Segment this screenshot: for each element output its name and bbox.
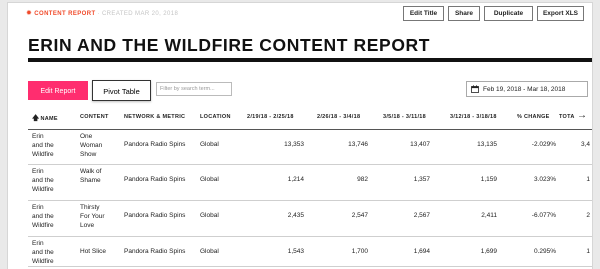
cell-w4: 1,159 (480, 176, 497, 183)
cell-location: Global (200, 176, 219, 183)
column-header-change[interactable]: % CHANGE (517, 114, 550, 120)
cell-name: Erin (32, 204, 44, 211)
cell-total: 2 (586, 212, 590, 219)
cell-w3: 13,407 (410, 141, 430, 148)
cell-w3: 2,567 (413, 212, 430, 219)
cell-name: Erin (32, 240, 44, 247)
table-row[interactable]: Erin and the Wildfire Thirsty For Your Love Pa… (28, 200, 592, 237)
cell-location: Global (200, 248, 219, 255)
cell-w4: 1,699 (480, 248, 497, 255)
cell-change: 0.295% (533, 248, 556, 255)
cell-w2: 2,547 (351, 212, 368, 219)
column-header-week-4[interactable]: 3/12/18 - 3/18/18 (450, 114, 497, 120)
column-header-network[interactable]: NETWORK & METRIC (124, 114, 185, 120)
cell-total: 1 (586, 248, 590, 255)
cell-network: Pandora Radio Spins (124, 212, 186, 219)
cell-w2: 1,700 (351, 248, 368, 255)
cell-w2: 13,746 (348, 141, 368, 148)
column-header-location[interactable]: LOCATION (200, 114, 231, 120)
pivot-table-button[interactable]: Pivot Table (92, 80, 151, 101)
cell-w2: 982 (357, 176, 368, 183)
cell-location: Global (200, 141, 219, 148)
cell-w1: 1,543 (287, 248, 304, 255)
cell-content: Walk of (80, 168, 102, 175)
cell-content: Woman (80, 142, 103, 149)
cell-content: Love (80, 222, 95, 229)
cell-w1: 1,214 (287, 176, 304, 183)
cell-w3: 1,694 (413, 248, 430, 255)
calendar-icon (471, 85, 479, 93)
cell-w1: 2,435 (287, 212, 304, 219)
cell-name: and the (32, 213, 54, 220)
column-header-week-3[interactable]: 3/5/18 - 3/11/18 (383, 114, 426, 120)
cell-network: Pandora Radio Spins (124, 176, 186, 183)
cell-name: Wildfire (32, 222, 54, 229)
cell-change: 3.023% (533, 176, 556, 183)
cell-content: One (80, 133, 93, 140)
export-xls-button[interactable]: Export XLS (537, 6, 584, 21)
cell-w3: 1,357 (413, 176, 430, 183)
cell-name: and the (32, 177, 54, 184)
edit-title-button[interactable]: Edit Title (403, 6, 444, 21)
page-title: ERIN AND THE WILDFIRE CONTENT REPORT (28, 35, 431, 55)
top-bar: ✹ CONTENT REPORT · CREATED MAR 20, 2018 Edi… (8, 3, 592, 25)
cell-network: Pandora Radio Spins (124, 141, 186, 148)
search-input[interactable] (156, 82, 232, 96)
cell-name: Erin (32, 133, 44, 140)
column-header-total[interactable]: TOTA (559, 114, 575, 120)
arrow-right-icon[interactable]: → (577, 110, 587, 121)
cell-name: Erin (32, 168, 44, 175)
column-header-week-1[interactable]: 2/19/18 - 2/25/18 (247, 114, 294, 120)
header-actions: Edit Title Share Duplicate Export XLS (403, 6, 584, 21)
cell-content: Thirsty (80, 204, 100, 211)
date-range-label: Feb 19, 2018 - Mar 18, 2018 (483, 85, 566, 93)
table-row[interactable]: Erin and the Wildfire One Woman Show Pandora R… (28, 129, 592, 165)
breadcrumb-label[interactable]: CONTENT REPORT (34, 11, 95, 17)
date-range-picker[interactable]: Feb 19, 2018 - Mar 18, 2018 (466, 81, 588, 97)
cell-total: 3,4 (580, 141, 590, 148)
cell-network: Pandora Radio Spins (124, 248, 186, 255)
cell-content: For Your (80, 213, 105, 220)
table-row[interactable]: Erin and the Wildfire Hot Slice Pandora Radi… (28, 236, 592, 267)
edit-report-button[interactable]: Edit Report (28, 81, 88, 100)
cell-location: Global (200, 212, 219, 219)
column-header-week-2[interactable]: 2/26/18 - 3/4/18 (317, 114, 360, 120)
cell-change: -6.077% (531, 212, 556, 219)
table-row[interactable]: Erin and the Wildfire Walk of Shame Pandora R… (28, 164, 592, 201)
cell-name: Wildfire (32, 258, 54, 265)
share-button[interactable]: Share (448, 6, 480, 21)
cell-w4: 2,411 (481, 212, 497, 219)
gear-icon: ✹ (26, 10, 33, 17)
cell-total: 1 (586, 176, 590, 183)
cell-w1: 13,353 (284, 141, 304, 148)
column-header-name[interactable]: 🡅NAME (32, 114, 58, 125)
cell-content: Hot Slice (80, 248, 107, 255)
duplicate-button[interactable]: Duplicate (484, 6, 533, 21)
cell-name: Wildfire (32, 186, 54, 193)
table-header: 🡅NAME CONTENT NETWORK & METRIC LOCATION … (28, 107, 592, 130)
cell-w4: 13,135 (477, 141, 497, 148)
sort-up-arrow-icon[interactable]: 🡅 (32, 115, 40, 122)
cell-content: Shame (80, 177, 101, 184)
column-header-content[interactable]: CONTENT (80, 114, 109, 120)
cell-content: Show (80, 151, 97, 158)
cell-name: Wildfire (32, 151, 54, 158)
breadcrumb-separator: · (97, 11, 100, 17)
breadcrumb: ✹ CONTENT REPORT · CREATED MAR 20, 2018 (26, 9, 178, 17)
report-page: ✹ CONTENT REPORT · CREATED MAR 20, 2018 Edi… (8, 3, 592, 269)
cell-name: and the (32, 249, 54, 256)
title-divider (28, 58, 592, 62)
cell-name: and the (32, 142, 54, 149)
created-date: CREATED MAR 20, 2018 (101, 11, 179, 17)
cell-change: -2.029% (531, 141, 556, 148)
